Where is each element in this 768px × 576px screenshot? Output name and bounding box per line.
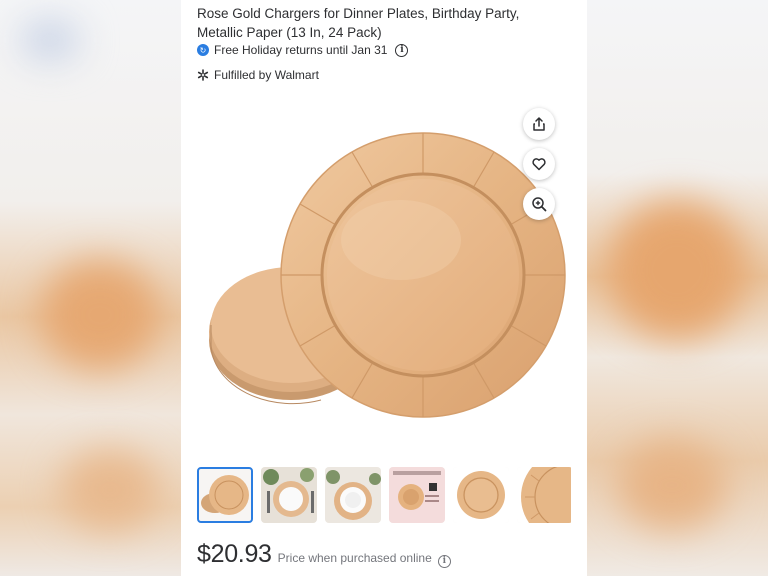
thumbnail-6[interactable] [517,467,571,523]
price: $20.93 [197,540,272,568]
heart-icon [532,158,546,171]
blurred-background-left [0,0,181,576]
white-plate-setting-thumbnail [325,467,381,523]
price-row: $20.93 Price when purchased online i [197,540,451,569]
single-plate-thumbnail [453,467,509,523]
walmart-spark-icon [197,69,209,81]
returns-info-row[interactable]: ↻ Free Holiday returns until Jan 31 i [197,43,409,57]
favorite-button[interactable] [523,148,555,180]
zoom-in-icon [532,197,547,212]
thumbnail-3[interactable] [325,467,381,523]
share-button[interactable] [523,108,555,140]
blurred-background-right [587,0,768,576]
info-icon[interactable]: i [395,43,409,57]
zoom-button[interactable] [523,188,555,220]
thumbnail-2[interactable] [261,467,317,523]
returns-icon: ↻ [197,44,209,56]
product-page: Rose Gold Chargers for Dinner Plates, Bi… [181,0,587,576]
product-main-image[interactable] [201,120,571,430]
package-front-thumbnail [389,467,445,523]
thumbnail-5[interactable] [453,467,509,523]
table-setting-thumbnail [261,467,317,523]
fulfilled-text: Fulfilled by Walmart [214,68,319,82]
fulfilled-row: Fulfilled by Walmart [197,68,319,82]
image-thumbnails [197,467,571,525]
returns-text: Free Holiday returns until Jan 31 [214,43,388,57]
plate-stack-thumbnail [201,475,249,515]
price-note: Price when purchased online [277,551,432,565]
thumbnail-1[interactable] [197,467,253,523]
product-title: Rose Gold Chargers for Dinner Plates, Bi… [197,6,520,40]
plate-close-up-thumbnail [517,467,571,523]
thumbnail-4[interactable] [389,467,445,523]
share-icon [533,117,545,131]
price-info-icon[interactable]: i [437,554,451,568]
